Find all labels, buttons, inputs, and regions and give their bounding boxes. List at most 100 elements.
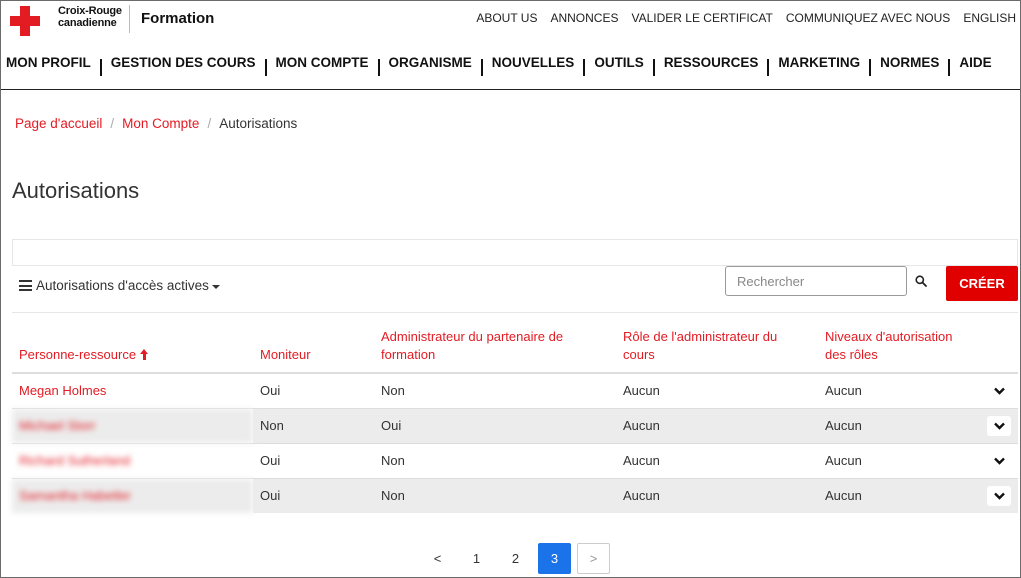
access-filter-label: Autorisations d'accès actives bbox=[36, 278, 209, 293]
col-header-admin-partenaire[interactable]: Administrateur du partenaire de formatio… bbox=[374, 323, 616, 374]
util-link-english[interactable]: ENGLISH bbox=[963, 11, 1016, 25]
cell-moniteur: Oui bbox=[253, 477, 374, 513]
expand-row-button[interactable] bbox=[987, 381, 1011, 401]
toolbar-divider bbox=[12, 312, 1018, 313]
nav-divider bbox=[99, 59, 102, 76]
nav-divider bbox=[948, 59, 951, 76]
pagination-page-3-current[interactable]: 3 bbox=[538, 543, 571, 574]
main-nav: MON PROFIL GESTION DES COURS MON COMPTE … bbox=[1, 53, 1020, 90]
util-link-annonces[interactable]: ANNONCES bbox=[550, 11, 618, 25]
breadcrumb-home-link[interactable]: Page d'accueil bbox=[15, 116, 102, 131]
cell-expand bbox=[978, 407, 1018, 443]
nav-divider bbox=[377, 59, 380, 76]
org-name-line1: Croix-Rouge bbox=[58, 5, 122, 17]
cell-expand bbox=[978, 477, 1018, 513]
util-link-valider-certificat[interactable]: VALIDER LE CERTIFICAT bbox=[631, 11, 772, 25]
util-link-contact[interactable]: COMMUNIQUEZ AVEC NOUS bbox=[786, 11, 950, 25]
col-header-niveaux[interactable]: Niveaux d'autorisation des rôles bbox=[818, 323, 978, 374]
table-header-row: Personne-ressource Moniteur Administrate… bbox=[12, 323, 1018, 374]
col-header-label: Personne-ressource bbox=[19, 347, 137, 362]
authorizations-table: Personne-ressource Moniteur Administrate… bbox=[12, 323, 1018, 513]
table-row: Samantha Habetler Oui Non Aucun Aucun bbox=[12, 477, 1018, 513]
chevron-down-icon bbox=[993, 492, 1005, 500]
pagination-page-2[interactable]: 2 bbox=[499, 543, 532, 574]
list-icon bbox=[19, 280, 32, 291]
breadcrumb-separator: / bbox=[207, 116, 212, 131]
nav-item-outils[interactable]: OUTILS bbox=[594, 53, 644, 70]
nav-item-mon-compte[interactable]: MON COMPTE bbox=[276, 53, 369, 70]
top-bar: Croix-Rouge canadienne Formation ABOUT U… bbox=[1, 1, 1020, 37]
cell-role-admin: Aucun bbox=[616, 477, 818, 513]
utility-nav: ABOUT US ANNONCES VALIDER LE CERTIFICAT … bbox=[476, 11, 1016, 25]
search-input[interactable] bbox=[725, 266, 907, 296]
red-cross-logo-icon[interactable] bbox=[10, 6, 40, 36]
col-header-personne-ressource[interactable]: Personne-ressource bbox=[12, 323, 253, 374]
chevron-down-icon bbox=[993, 422, 1005, 430]
cell-name[interactable]: Michael Storr bbox=[12, 407, 253, 443]
util-link-about[interactable]: ABOUT US bbox=[476, 11, 537, 25]
col-header-expand bbox=[978, 323, 1018, 374]
cell-moniteur: Oui bbox=[253, 372, 374, 408]
breadcrumb: Page d'accueil / Mon Compte / Autorisati… bbox=[15, 116, 297, 131]
search-icon[interactable] bbox=[915, 275, 927, 287]
logo-divider bbox=[129, 5, 130, 33]
breadcrumb-separator: / bbox=[110, 116, 115, 131]
cell-role-admin: Aucun bbox=[616, 407, 818, 443]
access-filter-dropdown[interactable]: Autorisations d'accès actives bbox=[19, 278, 220, 293]
cell-niveaux: Aucun bbox=[818, 442, 978, 478]
nav-divider bbox=[652, 59, 655, 76]
product-name: Formation bbox=[141, 10, 215, 27]
nav-item-normes[interactable]: NORMES bbox=[880, 53, 939, 70]
page-title: Autorisations bbox=[12, 178, 140, 203]
cell-role-admin: Aucun bbox=[616, 442, 818, 478]
table-row: Megan Holmes Oui Non Aucun Aucun bbox=[12, 372, 1018, 408]
cell-admin-partenaire: Oui bbox=[374, 407, 616, 443]
nav-item-mon-profil[interactable]: MON PROFIL bbox=[6, 53, 91, 70]
sort-ascending-icon bbox=[140, 349, 149, 360]
caret-down-icon bbox=[211, 284, 220, 289]
cell-niveaux: Aucun bbox=[818, 477, 978, 513]
nav-item-ressources[interactable]: RESSOURCES bbox=[664, 53, 759, 70]
cell-niveaux: Aucun bbox=[818, 372, 978, 408]
nav-item-nouvelles[interactable]: NOUVELLES bbox=[492, 53, 575, 70]
cell-role-admin: Aucun bbox=[616, 372, 818, 408]
filter-bar[interactable] bbox=[12, 239, 1018, 266]
create-button[interactable]: CRÉER bbox=[946, 266, 1018, 301]
breadcrumb-account-link[interactable]: Mon Compte bbox=[122, 116, 199, 131]
cell-moniteur: Oui bbox=[253, 442, 374, 478]
nav-item-aide[interactable]: AIDE bbox=[959, 53, 991, 70]
cell-admin-partenaire: Non bbox=[374, 372, 616, 408]
nav-divider bbox=[869, 59, 872, 76]
expand-row-button[interactable] bbox=[987, 485, 1011, 506]
nav-item-marketing[interactable]: MARKETING bbox=[778, 53, 860, 70]
pagination-page-1[interactable]: 1 bbox=[460, 543, 493, 574]
breadcrumb-current: Autorisations bbox=[219, 116, 298, 131]
nav-divider bbox=[767, 59, 770, 76]
pagination-prev-button[interactable]: < bbox=[421, 543, 454, 574]
cell-moniteur: Non bbox=[253, 407, 374, 443]
cell-name[interactable]: Richard Sutherland bbox=[12, 442, 253, 478]
pagination: < 1 2 3 > bbox=[421, 543, 610, 574]
cell-expand bbox=[978, 442, 1018, 478]
expand-row-button[interactable] bbox=[987, 415, 1011, 436]
chevron-down-icon bbox=[993, 387, 1005, 395]
cell-name[interactable]: Megan Holmes bbox=[12, 372, 253, 408]
col-header-role-admin[interactable]: Rôle de l'administrateur du cours bbox=[616, 323, 818, 374]
org-name: Croix-Rouge canadienne bbox=[58, 5, 122, 29]
nav-item-organisme[interactable]: ORGANISME bbox=[389, 53, 472, 70]
nav-item-gestion-cours[interactable]: GESTION DES COURS bbox=[111, 53, 256, 70]
cell-expand bbox=[978, 372, 1018, 408]
cell-name[interactable]: Samantha Habetler bbox=[12, 477, 253, 513]
org-name-line2: canadienne bbox=[58, 17, 117, 29]
nav-divider bbox=[583, 59, 586, 76]
nav-divider bbox=[480, 59, 483, 76]
col-header-moniteur[interactable]: Moniteur bbox=[253, 323, 374, 374]
nav-divider bbox=[264, 59, 267, 76]
pagination-next-button[interactable]: > bbox=[577, 543, 610, 574]
cell-admin-partenaire: Non bbox=[374, 442, 616, 478]
table-row: Michael Storr Non Oui Aucun Aucun bbox=[12, 407, 1018, 443]
expand-row-button[interactable] bbox=[987, 451, 1011, 471]
cell-niveaux: Aucun bbox=[818, 407, 978, 443]
cell-admin-partenaire: Non bbox=[374, 477, 616, 513]
table-row: Richard Sutherland Oui Non Aucun Aucun bbox=[12, 442, 1018, 478]
